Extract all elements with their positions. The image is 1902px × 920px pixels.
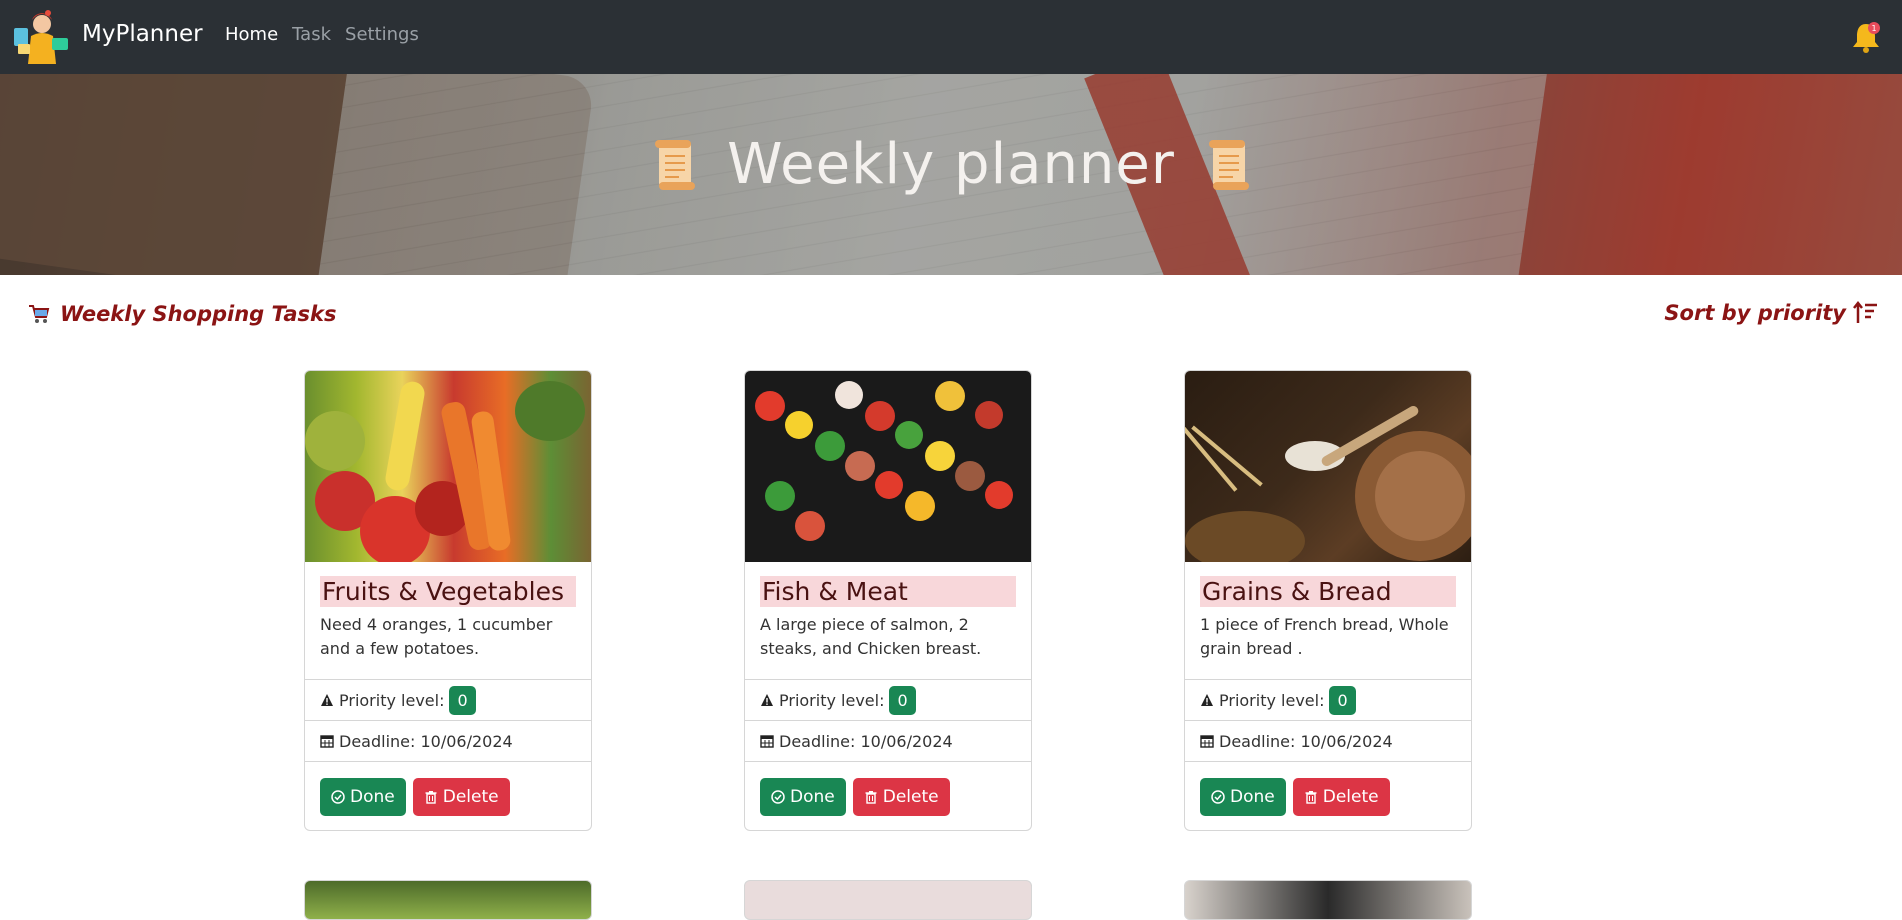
section-title-text: Weekly Shopping Tasks [60, 302, 337, 326]
priority-badge[interactable]: 0 [889, 685, 916, 715]
delete-button[interactable]: Delete [1292, 777, 1390, 816]
priority-badge[interactable]: 0 [1329, 685, 1356, 715]
hero-banner: Weekly planner [0, 74, 1902, 275]
task-card-partial [304, 880, 592, 920]
warning-icon [761, 694, 773, 706]
trash-icon [865, 790, 877, 804]
kebab-skewers-photo [745, 371, 1031, 562]
sort-by-priority-button[interactable]: Sort by priority [1664, 300, 1878, 326]
trash-icon [425, 790, 437, 804]
shopper-girl-logo[interactable] [12, 8, 72, 66]
deadline-row: Deadline: 10/06/2024 [745, 720, 1031, 761]
task-card: Grains & Bread 1 piece of French bread, … [1184, 370, 1472, 831]
trash-icon [1305, 790, 1317, 804]
delete-button[interactable]: Delete [852, 777, 950, 816]
done-button[interactable]: Done [1200, 777, 1286, 816]
card-actions: Done Delete [1185, 761, 1471, 830]
bell-icon[interactable]: 1 [1850, 20, 1882, 54]
task-card: Fish & Meat A large piece of salmon, 2 s… [744, 370, 1032, 831]
priority-row: Priority level: 0 [1185, 679, 1471, 720]
grains-bread-photo [1185, 371, 1471, 562]
card-title: Grains & Bread [1200, 576, 1456, 607]
nav-links: Home Task Settings [225, 24, 419, 45]
priority-label: Priority level: [779, 690, 885, 710]
delete-label: Delete [1322, 786, 1379, 807]
deadline-text: Deadline: 10/06/2024 [1219, 731, 1393, 751]
brand-name[interactable]: MyPlanner [82, 21, 203, 47]
calendar-icon [760, 735, 774, 748]
card-description: A large piece of salmon, 2 steaks, and C… [760, 615, 982, 658]
check-circle-icon [771, 789, 785, 804]
done-button[interactable]: Done [320, 777, 406, 816]
scroll-icon [1208, 139, 1249, 190]
priority-label: Priority level: [339, 690, 445, 710]
deadline-text: Deadline: 10/06/2024 [339, 731, 513, 751]
scroll-icon [655, 139, 696, 190]
nav-settings[interactable]: Settings [345, 24, 419, 45]
hero-title-text: Weekly planner [727, 132, 1175, 197]
task-card-partial [744, 880, 1032, 920]
warning-icon [321, 694, 333, 706]
card-title: Fish & Meat [760, 576, 1016, 607]
card-actions: Done Delete [305, 761, 591, 830]
nav-task[interactable]: Task [292, 24, 331, 45]
sort-up-icon [1853, 300, 1877, 323]
check-circle-icon [1211, 789, 1225, 804]
priority-label: Priority level: [1219, 690, 1325, 710]
delete-button[interactable]: Delete [412, 777, 510, 816]
delete-label: Delete [882, 786, 939, 807]
calendar-icon [1200, 735, 1214, 748]
priority-row: Priority level: 0 [305, 679, 591, 720]
calendar-icon [320, 735, 334, 748]
check-circle-icon [331, 789, 345, 804]
delete-label: Delete [442, 786, 499, 807]
fruits-vegetables-photo [305, 371, 591, 562]
priority-badge[interactable]: 0 [449, 685, 476, 715]
navbar: MyPlanner Home Task Settings 1 [0, 0, 1902, 74]
deadline-text: Deadline: 10/06/2024 [779, 731, 953, 751]
done-button[interactable]: Done [760, 777, 846, 816]
hero-title: Weekly planner [0, 132, 1902, 197]
deadline-row: Deadline: 10/06/2024 [305, 720, 591, 761]
card-description: 1 piece of French bread, Whole grain bre… [1200, 615, 1449, 658]
done-label: Done [350, 786, 395, 807]
card-description: Need 4 oranges, 1 cucumber and a few pot… [320, 615, 553, 658]
done-label: Done [1230, 786, 1275, 807]
deadline-row: Deadline: 10/06/2024 [1185, 720, 1471, 761]
card-title: Fruits & Vegetables [320, 576, 576, 607]
task-card: Fruits & Vegetables Need 4 oranges, 1 cu… [304, 370, 592, 831]
nav-home[interactable]: Home [225, 24, 278, 45]
card-actions: Done Delete [745, 761, 1031, 830]
task-card-partial [1184, 880, 1472, 920]
cart-icon [29, 305, 50, 323]
done-label: Done [790, 786, 835, 807]
notification-count: 1 [1871, 24, 1876, 33]
sort-label: Sort by priority [1664, 301, 1846, 325]
priority-row: Priority level: 0 [745, 679, 1031, 720]
section-title: Weekly Shopping Tasks [28, 302, 337, 326]
warning-icon [1201, 694, 1213, 706]
